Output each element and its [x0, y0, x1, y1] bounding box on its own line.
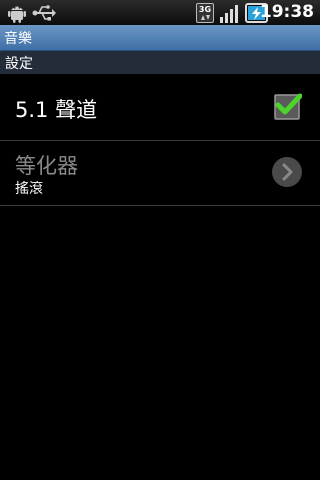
chevron-right-icon	[272, 157, 302, 187]
preference-title: 等化器	[15, 154, 78, 178]
checkbox-checked-icon[interactable]	[274, 92, 302, 120]
signal-icon	[220, 5, 238, 23]
app-title: 音樂	[4, 31, 32, 47]
preference-title: 5.1 聲道	[15, 98, 98, 122]
preference-surround-sound[interactable]: 5.1 聲道	[0, 75, 320, 141]
status-bar: 3G 19:38	[0, 0, 320, 25]
section-title: 設定	[5, 56, 33, 72]
app-title-bar: 音樂	[0, 25, 320, 51]
3g-icon: 3G	[196, 3, 214, 23]
preference-equalizer[interactable]: 等化器 搖滾	[0, 141, 320, 206]
preference-summary: 搖滾	[15, 181, 43, 197]
usb-icon	[32, 5, 56, 21]
section-header: 設定	[0, 51, 320, 74]
status-time: 19:38	[259, 2, 314, 22]
android-icon	[8, 6, 26, 23]
svg-text:3G: 3G	[199, 5, 211, 14]
